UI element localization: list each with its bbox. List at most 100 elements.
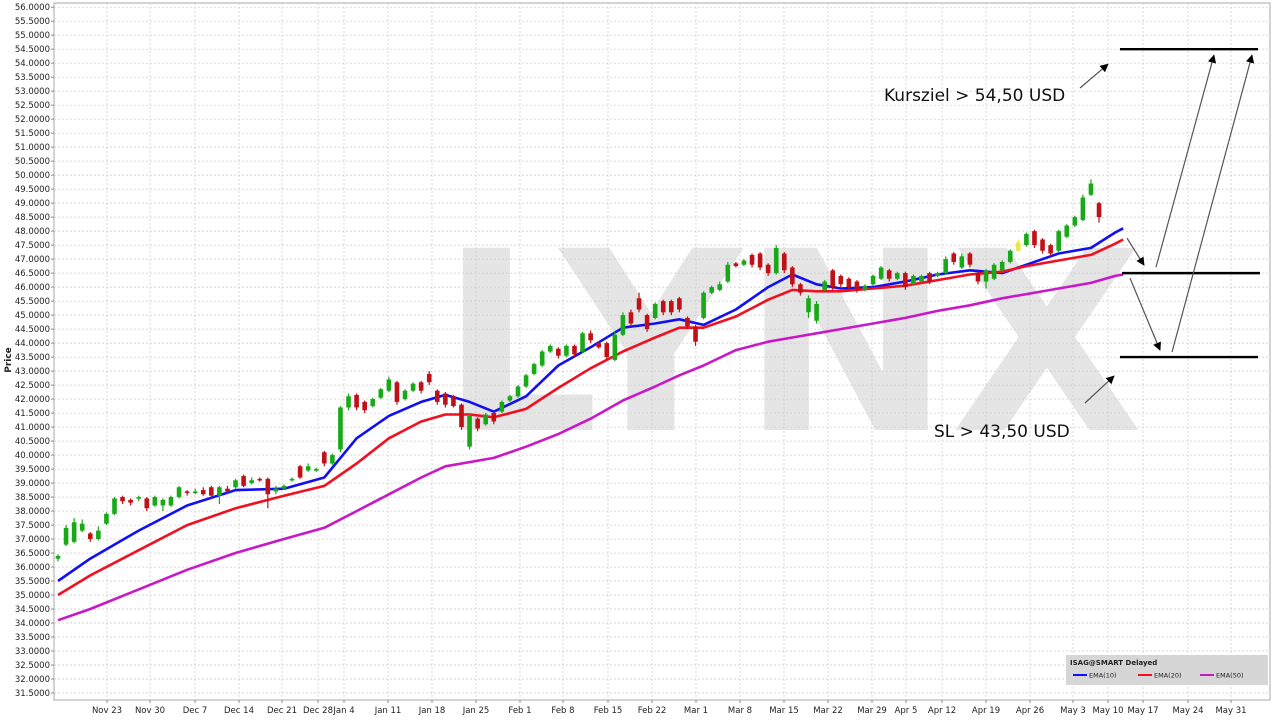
candle-body (1072, 217, 1078, 226)
y-tick-label: 55.5000 (15, 17, 50, 27)
candle-body (362, 401, 367, 411)
candle-body (1024, 233, 1029, 246)
x-tick-label: Feb 22 (638, 706, 667, 716)
y-tick-label: 39.0000 (15, 479, 50, 489)
candle-body (628, 312, 634, 324)
candle-body (346, 396, 351, 408)
candle-body (741, 260, 747, 265)
candle-body (951, 253, 957, 262)
candle-body (1064, 225, 1070, 237)
y-tick-label: 48.5000 (15, 213, 50, 223)
candle-body (217, 487, 222, 496)
y-tick-label: 31.5000 (15, 689, 50, 699)
price-chart: LYNX 31.5000 32.0000 32.5000 33.0000 33.5000… (4, 2, 1271, 716)
candle-body (434, 390, 440, 402)
candle-body (652, 303, 658, 318)
x-tick-label: Dec 7 (183, 706, 208, 716)
candle-body (547, 345, 553, 352)
candle-body (596, 343, 601, 348)
candle-body (402, 390, 408, 400)
y-tick-label: 41.0000 (15, 423, 50, 433)
candle-body (354, 394, 359, 408)
candle-body (483, 414, 489, 425)
y-tick-label: 52.0000 (15, 115, 50, 125)
candle-body (556, 348, 561, 356)
y-tick-label: 37.0000 (15, 535, 50, 545)
candle-body (878, 267, 884, 279)
y-tick-label: 43.5000 (15, 353, 50, 363)
candle-body (588, 333, 593, 341)
x-tick-label: Apr 19 (972, 706, 1000, 716)
y-tick-label: 55.0000 (15, 31, 50, 41)
candle-body (426, 373, 432, 383)
candle-body (782, 253, 787, 271)
candle-body (709, 287, 714, 293)
candle-body (677, 298, 682, 310)
candle-body (580, 333, 585, 352)
candle-body (55, 555, 61, 559)
candle-body (152, 497, 158, 506)
y-tick-label: 37.5000 (15, 521, 50, 531)
candle-body (1056, 231, 1061, 251)
candle-body (87, 533, 93, 540)
candle-body (612, 334, 618, 360)
candle-body (572, 345, 577, 355)
stoploss-annotation: SL > 43,50 USD (934, 422, 1070, 442)
candle-body (1007, 250, 1013, 262)
candle-body (225, 488, 230, 492)
x-tick-label: Jan 18 (418, 706, 446, 716)
candle-body (63, 527, 69, 545)
candle-body (523, 375, 529, 387)
candle-body (370, 399, 376, 407)
y-tick-label: 44.5000 (15, 325, 50, 335)
candle-body (822, 281, 827, 290)
y-tick-label: 48.0000 (15, 227, 50, 237)
candle-body (765, 264, 771, 274)
y-tick-label: 53.0000 (15, 87, 50, 97)
candle-body (620, 315, 626, 335)
x-tick-label: Apr 5 (895, 706, 918, 716)
candle-body (467, 415, 472, 447)
candle-body (313, 469, 319, 471)
candle-body (459, 404, 464, 428)
x-tick-label: Mar 8 (728, 706, 752, 716)
candle-body (669, 301, 674, 313)
candle-body (790, 267, 795, 285)
candle-body (79, 523, 85, 531)
y-tick-label: 51.0000 (15, 143, 50, 153)
candle-body (378, 389, 384, 398)
candle-body (176, 487, 182, 498)
x-tick-label: Nov 23 (92, 706, 122, 716)
candle-body (539, 351, 545, 366)
candle-body (903, 273, 908, 288)
y-tick-label: 34.0000 (15, 619, 50, 629)
x-tick-label: May 17 (1127, 706, 1158, 716)
candle-body (281, 485, 287, 489)
candle-body (386, 379, 392, 391)
x-tick-label: Jan 25 (462, 706, 490, 716)
candle-body (200, 490, 206, 495)
y-tick-label: 47.5000 (15, 241, 50, 251)
candle-body (451, 396, 456, 407)
x-tick-label: Feb 1 (508, 706, 531, 716)
x-tick-label: Feb 15 (594, 706, 623, 716)
candle-body (192, 491, 198, 494)
candle-body (991, 264, 997, 279)
candle-body (894, 273, 900, 279)
y-tick-label: 34.5000 (15, 605, 50, 615)
candle-body (999, 261, 1005, 271)
x-tick-label: May 24 (1172, 706, 1203, 716)
y-tick-label: 54.0000 (15, 59, 50, 69)
candle-body (257, 478, 263, 481)
candle-body (636, 298, 642, 310)
candle-body (160, 499, 166, 506)
y-tick-label: 50.0000 (15, 171, 50, 181)
candle-body (870, 275, 876, 285)
candle-body (1016, 242, 1021, 251)
candle-body (330, 455, 335, 464)
y-tick-label: 43.0000 (15, 367, 50, 377)
y-tick-label: 45.0000 (15, 311, 50, 321)
candle-body (911, 275, 916, 285)
candle-body (322, 452, 327, 464)
candle-body (725, 264, 731, 282)
